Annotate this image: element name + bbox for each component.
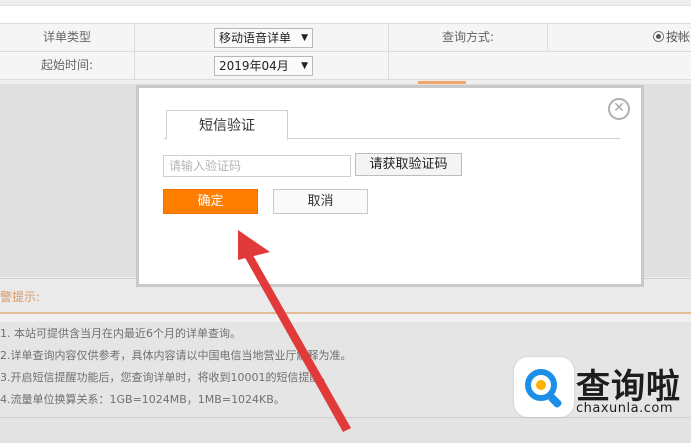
query-row-type: 详单类型 移动语音详单 ▼ 查询方式: 按帐 [0,23,691,52]
top-strip [0,0,691,6]
start-time-label: 起始时间: [0,52,135,79]
detail-type-label: 详单类型 [0,24,135,51]
start-time-select[interactable]: 2019年04月 ▼ [214,56,313,76]
cancel-button[interactable]: 取消 [273,189,368,214]
dropdown-arrow-icon: ▼ [301,61,308,71]
radio-selected-icon [653,31,664,42]
start-time-value: 2019年04月 [219,59,289,73]
magnifier-icon [525,369,562,408]
query-method-radio[interactable]: 按帐 [653,24,690,51]
query-row-time: 起始时间: 2019年04月 ▼ [0,51,691,80]
get-code-button[interactable]: 请获取验证码 [355,153,462,176]
query-method-radio-label: 按帐 [666,30,691,44]
start-time-cell: 2019年04月 ▼ [135,52,389,79]
dropdown-arrow-icon: ▼ [301,33,308,43]
watermark-logo [514,357,574,417]
close-icon[interactable]: ✕ [608,98,630,120]
tab-sms-verify[interactable]: 短信验证 [166,110,288,140]
detail-type-cell: 移动语音详单 ▼ [135,24,389,51]
detail-type-select[interactable]: 移动语音详单 ▼ [214,28,313,48]
watermark: 查询啦 chaxunla.com [514,357,684,425]
verify-code-input[interactable] [163,155,351,177]
watermark-url: chaxunla.com [576,401,673,416]
query-method-label: 查询方式: [389,24,548,51]
confirm-button[interactable]: 确定 [163,189,258,214]
detail-type-value: 移动语音详单 [219,31,292,45]
